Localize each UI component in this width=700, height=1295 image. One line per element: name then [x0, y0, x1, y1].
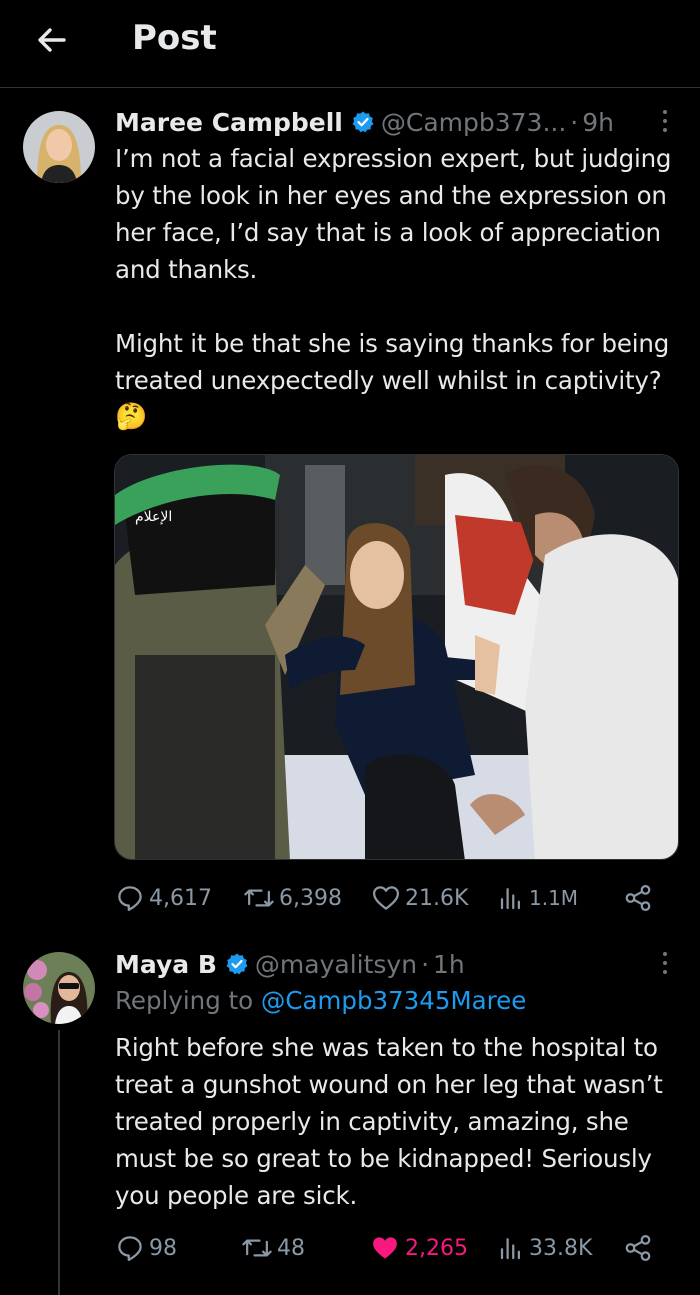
reply-icon — [118, 886, 142, 911]
reply-text: Right before she was taken to the hospit… — [115, 1029, 685, 1214]
views-icon — [500, 1238, 520, 1260]
reply-action-bar: 98 48 2,265 33.8K — [115, 1228, 660, 1268]
avatar[interactable] — [23, 111, 95, 183]
repost-count: 6,398 — [279, 885, 342, 911]
reply-avatar[interactable] — [23, 952, 95, 1024]
views-icon — [500, 888, 520, 910]
reply-header: Maya B @mayalitsyn · 1h — [115, 946, 465, 982]
separator: · — [421, 949, 430, 979]
separator: · — [570, 107, 579, 137]
replying-to: Replying to @Campb37345Maree — [115, 986, 526, 1015]
like-icon — [373, 886, 399, 910]
share-icon — [625, 1235, 651, 1261]
repost-button[interactable]: 6,398 — [243, 878, 342, 918]
reply-paragraph: Right before she was taken to the hospit… — [115, 1033, 663, 1210]
back-arrow-icon[interactable] — [34, 22, 70, 58]
share-icon — [625, 885, 651, 911]
like-button[interactable]: 21.6K — [371, 878, 468, 918]
repost-count: 48 — [277, 1235, 305, 1261]
repost-icon — [244, 889, 274, 907]
reply-button[interactable]: 4,617 — [115, 878, 212, 918]
views-button[interactable]: 1.1M — [499, 878, 578, 918]
verified-badge-icon — [226, 953, 248, 975]
replying-prefix: Replying to — [115, 986, 254, 1015]
reply-time[interactable]: 1h — [433, 950, 465, 979]
reply-author-handle[interactable]: @mayalitsyn — [255, 950, 417, 979]
repost-icon — [242, 1239, 272, 1257]
post-time[interactable]: 9h — [582, 108, 614, 137]
more-icon[interactable] — [660, 110, 670, 136]
view-count: 33.8K — [529, 1235, 593, 1261]
reply-count: 98 — [149, 1235, 177, 1261]
like-count: 21.6K — [405, 885, 469, 911]
like-icon — [373, 1237, 397, 1259]
post-paragraph: Might it be that she is saying thanks fo… — [115, 329, 670, 395]
view-count: 1.1M — [529, 886, 579, 910]
reply-author-name[interactable]: Maya B — [115, 950, 217, 979]
share-button[interactable] — [623, 1228, 657, 1268]
verified-badge-icon — [352, 111, 374, 133]
author-handle[interactable]: @Campb373... — [381, 108, 566, 137]
share-button[interactable] — [623, 878, 657, 918]
post-text: I’m not a facial expression expert, but … — [115, 140, 685, 436]
post-paragraph: I’m not a facial expression expert, but … — [115, 144, 672, 284]
post-action-bar: 4,617 6,398 21.6K 1.1M — [115, 878, 660, 918]
repost-button[interactable]: 48 — [241, 1228, 305, 1268]
like-count: 2,265 — [405, 1235, 468, 1261]
media-watermark: الإعلام — [135, 509, 172, 525]
replying-to-mention[interactable]: @Campb37345Maree — [261, 986, 526, 1015]
top-bar: Post — [0, 0, 700, 88]
reply-button[interactable]: 98 — [115, 1228, 177, 1268]
like-button[interactable]: 2,265 — [369, 1228, 468, 1268]
reply-icon — [118, 1236, 142, 1261]
post-media-image[interactable]: الإعلام — [114, 454, 679, 860]
page-title: Post — [132, 18, 217, 58]
thinking-face-emoji: 🤔 — [115, 402, 148, 432]
author-name[interactable]: Maree Campbell — [115, 108, 343, 137]
views-button[interactable]: 33.8K — [499, 1228, 592, 1268]
post-header: Maree Campbell @Campb373... · 9h — [115, 104, 614, 140]
more-icon[interactable] — [660, 952, 670, 978]
thread-line — [58, 1030, 60, 1295]
reply-count: 4,617 — [149, 885, 212, 911]
